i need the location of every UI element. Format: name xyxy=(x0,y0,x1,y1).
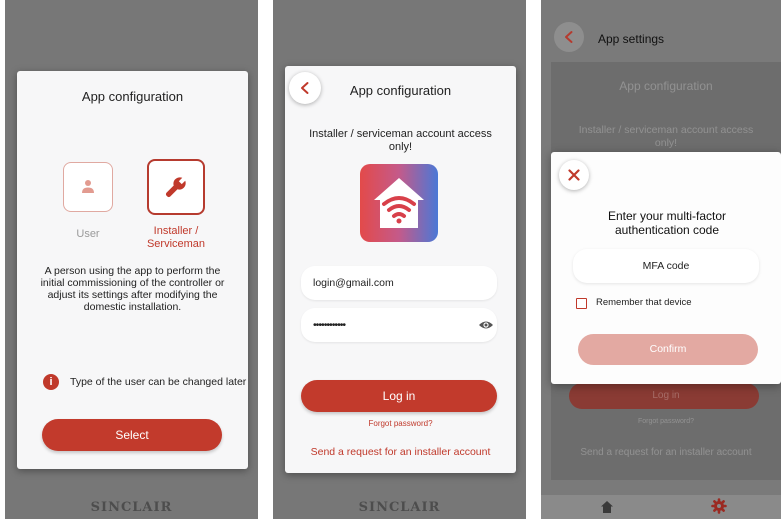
eye-icon[interactable] xyxy=(478,318,494,332)
screen-mfa: App settings App configuration Installer… xyxy=(541,0,781,519)
bg-request-link: Send a request for an installer account xyxy=(580,447,752,458)
person-icon xyxy=(82,180,94,193)
screen-user-type: App configuration User Installer / Servi… xyxy=(5,0,258,519)
remember-device-checkbox[interactable] xyxy=(576,298,587,309)
gear-icon[interactable] xyxy=(711,498,727,514)
wrench-icon xyxy=(165,177,186,198)
mfa-dialog: Enter your multi-factor authentication c… xyxy=(551,152,781,384)
header-title: App settings xyxy=(598,32,665,46)
role-user-button[interactable] xyxy=(63,162,113,212)
email-field[interactable]: login@gmail.com xyxy=(301,266,497,300)
confirm-button[interactable]: Confirm xyxy=(578,334,758,365)
info-row: i Type of the user can be changed later xyxy=(43,374,246,390)
info-text: Type of the user can be changed later xyxy=(70,376,247,388)
close-icon xyxy=(568,169,580,181)
home-icon[interactable] xyxy=(599,499,615,515)
bg-forgot-link: Forgot password? xyxy=(637,418,695,425)
chevron-left-icon xyxy=(565,31,573,43)
role-installer-button[interactable] xyxy=(147,159,205,215)
select-button[interactable]: Select xyxy=(42,419,222,451)
login-card: App configuration Installer / serviceman… xyxy=(285,66,516,473)
sinclair-logo: SINCLAIR xyxy=(358,500,441,515)
remember-device-label: Remember that device xyxy=(596,297,692,308)
house-wifi-icon xyxy=(374,178,424,228)
bg-subtitle: Installer / serviceman account access on… xyxy=(578,124,754,149)
role-installer-label: Installer / Serviceman xyxy=(146,225,206,250)
page-title: App configuration xyxy=(349,83,452,98)
app-settings-header: App settings xyxy=(541,22,781,54)
page-title: App configuration xyxy=(81,89,184,104)
back-button[interactable] xyxy=(554,22,584,52)
info-icon: i xyxy=(43,374,59,390)
mfa-code-input[interactable]: MFA code xyxy=(573,249,759,283)
password-field[interactable]: •••••••••••• xyxy=(301,308,497,342)
sinclair-logo: SINCLAIR xyxy=(90,500,173,515)
password-value: •••••••••••• xyxy=(313,319,346,331)
close-button[interactable] xyxy=(559,160,589,190)
app-logo xyxy=(360,164,438,242)
access-notice: Installer / serviceman account access on… xyxy=(309,128,492,153)
bg-title: App configuration xyxy=(619,79,713,93)
bg-login-label: Log in xyxy=(652,390,680,401)
config-card: App configuration User Installer / Servi… xyxy=(17,71,248,469)
screen-installer-login: App configuration Installer / serviceman… xyxy=(273,0,526,519)
bottom-nav xyxy=(541,495,781,519)
role-user-label: User xyxy=(76,228,100,240)
login-button[interactable]: Log in xyxy=(301,380,497,412)
forgot-password-link[interactable]: Forgot password? xyxy=(285,419,516,428)
request-account-link[interactable]: Send a request for an installer account xyxy=(285,446,516,458)
mfa-title: Enter your multi-factor authentication c… xyxy=(607,209,727,237)
role-description: A person using the app to perform the in… xyxy=(40,265,225,313)
